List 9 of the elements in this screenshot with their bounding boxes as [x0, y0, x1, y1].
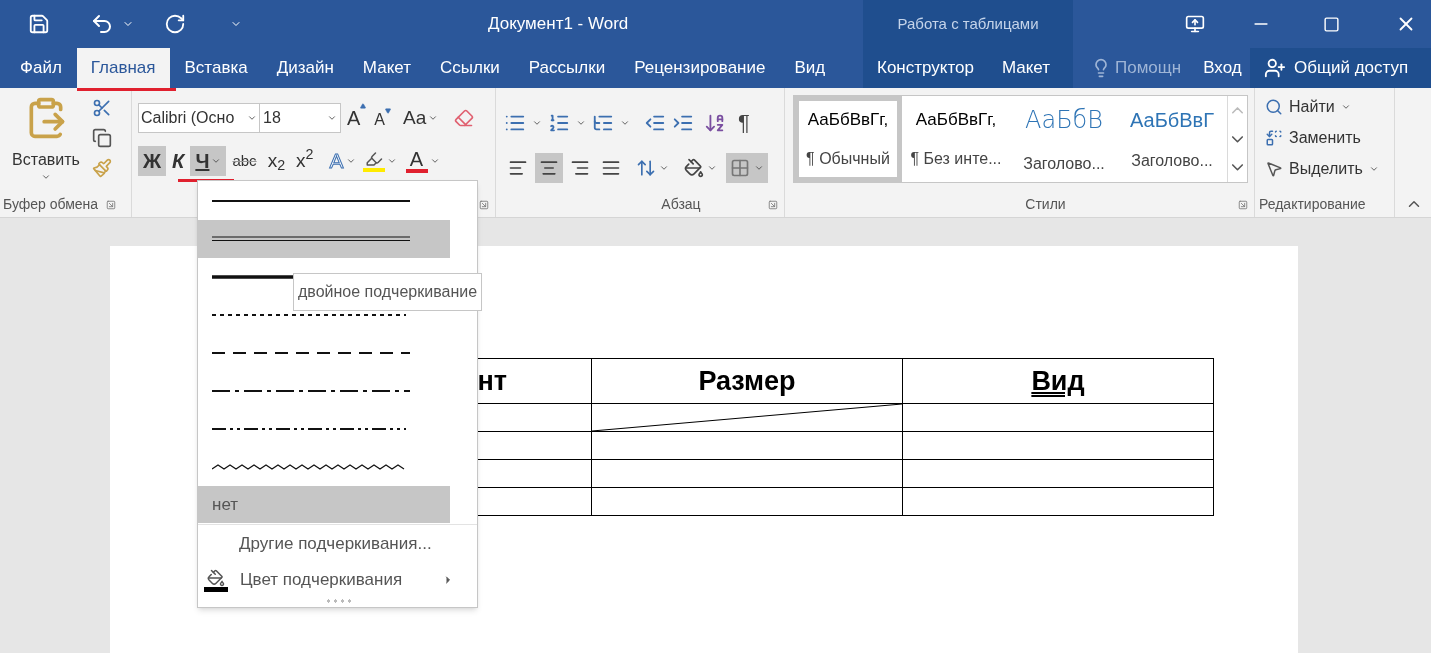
- tooltip: двойное подчеркивание: [293, 273, 483, 311]
- context-title: Работа с таблицами: [897, 13, 1039, 34]
- window-title: Документ1 - Word: [488, 13, 629, 36]
- table-header-cell: Размер: [591, 358, 903, 404]
- group-label: Абзац: [661, 195, 701, 214]
- table-header-cell: Вид: [902, 358, 1214, 404]
- group-label: Редактирование: [1259, 195, 1367, 214]
- group-label: Стили: [1025, 195, 1066, 214]
- group-label: Буфер обмена: [3, 195, 99, 214]
